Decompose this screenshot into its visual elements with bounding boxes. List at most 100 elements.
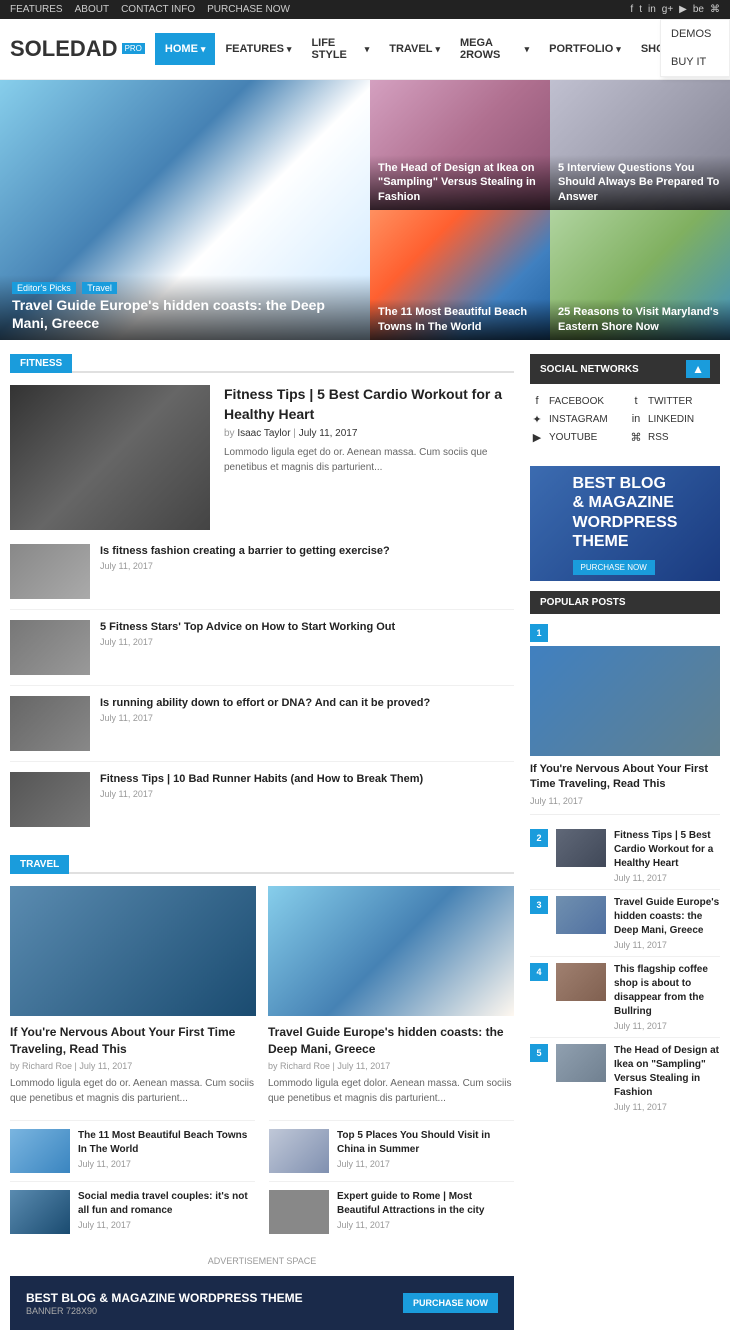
linkedin-social[interactable]: in LINKEDIN [629,412,720,426]
contact-link[interactable]: CONTACT INFO [121,4,195,15]
twitter-social[interactable]: t TWITTER [629,394,720,408]
travel-list-title-2[interactable]: Top 5 Places You Should Visit in China i… [337,1129,514,1157]
nav-travel[interactable]: TRAVEL ▾ [379,33,450,65]
hero-card-1[interactable]: The Head of Design at Ikea on "Sampling"… [370,80,550,210]
sidebar: SOCIAL NETWORKS ▲ f FACEBOOK t TWITTER ✦… [530,354,720,1330]
travel-card-title-1[interactable]: If You're Nervous About Your First Time … [10,1024,256,1058]
travel-card-excerpt-2: Lommodo ligula eget dolor. Aenean massa.… [268,1076,514,1106]
behance-icon-top[interactable]: be [693,4,704,15]
scroll-up-button[interactable]: ▲ [686,360,710,378]
ad-title: BEST BLOG & MAGAZINE WORDPRESS THEME [26,1290,303,1307]
travel-card-excerpt-1: Lommodo ligula eget do or. Aenean massa.… [10,1076,256,1106]
travel-list-title-4[interactable]: Expert guide to Rome | Most Beautiful At… [337,1190,514,1218]
travel-list-thumb-1[interactable] [10,1129,70,1173]
nav-mega[interactable]: MEGA 2ROWS ▾ [450,27,539,71]
travel-card-title-2[interactable]: Travel Guide Europe's hidden coasts: the… [268,1024,514,1058]
popular-featured-img[interactable] [530,646,720,756]
fitness-list-img-3[interactable] [10,696,90,751]
popular-date-2: July 11, 2017 [614,873,720,883]
popular-thumb-3[interactable] [556,896,606,934]
youtube-icon-top[interactable]: ▶ [679,4,687,15]
popular-item-4: 4 This flagship coffee shop is about to … [530,957,720,1038]
nav-features[interactable]: FEATURES ▾ [215,33,301,65]
sidebar-ad-button[interactable]: PURCHASE NOW [573,559,678,573]
popular-title-2[interactable]: Fitness Tips | 5 Best Cardio Workout for… [614,829,720,871]
travel-list-thumb-4[interactable] [269,1190,329,1234]
top-bar: FEATURES ABOUT CONTACT INFO PURCHASE NOW… [0,0,730,19]
travel-card-1: If You're Nervous About Your First Time … [10,886,256,1106]
nav-home[interactable]: HOME ▾ [155,33,216,65]
hero-card-3-title: The 11 Most Beautiful Beach Towns In The… [378,305,542,334]
travel-list-date-4: July 11, 2017 [337,1220,514,1230]
nav-lifestyle[interactable]: LIFE STYLE ▾ [301,27,379,71]
fitness-list-img-1[interactable] [10,544,90,599]
popular-posts-title: POPULAR POSTS [530,591,720,614]
rss-social[interactable]: ⌘ RSS [629,430,720,444]
facebook-icon-top[interactable]: f [630,4,633,15]
travel-card-img-2[interactable] [268,886,514,1016]
facebook-icon: f [530,394,544,408]
purchase-link[interactable]: PURCHASE NOW [207,4,290,15]
main-nav: HOME ▾ FEATURES ▾ LIFE STYLE ▾ TRAVEL ▾ … [155,27,682,71]
instagram-social[interactable]: ✦ INSTAGRAM [530,412,621,426]
features-link[interactable]: FEATURES [10,4,63,15]
main-container: FITNESS Fitness Tips | 5 Best Cardio Wor… [0,340,730,1344]
social-networks-section: SOCIAL NETWORKS ▲ f FACEBOOK t TWITTER ✦… [530,354,720,452]
popular-featured-title[interactable]: If You're Nervous About Your First Time … [530,762,720,793]
popular-title-5[interactable]: The Head of Design at Ikea on "Sampling"… [614,1044,720,1100]
instagram-icon-top[interactable]: in [648,4,656,15]
sidebar-ad[interactable]: BEST BLOG & MAGAZINE WORDPRESS THEME PUR… [530,466,720,581]
travel-list-date-3: July 11, 2017 [78,1220,255,1230]
about-link[interactable]: ABOUT [75,4,109,15]
travel-list-row-2: Social media travel couples: it's not al… [10,1181,514,1242]
demos-link[interactable]: DEMOS [661,20,729,48]
travel-list-thumb-2[interactable] [269,1129,329,1173]
hero-card-3[interactable]: The 11 Most Beautiful Beach Towns In The… [370,210,550,340]
instagram-icon: ✦ [530,412,544,426]
facebook-social[interactable]: f FACEBOOK [530,394,621,408]
travel-list-item-4: Expert guide to Rome | Most Beautiful At… [269,1181,514,1242]
popular-thumb-5[interactable] [556,1044,606,1082]
travel-list-title-1[interactable]: The 11 Most Beautiful Beach Towns In The… [78,1129,255,1157]
travel-list-title-3[interactable]: Social media travel couples: it's not al… [78,1190,255,1218]
google-icon-top[interactable]: g+ [662,4,673,15]
social-grid: f FACEBOOK t TWITTER ✦ INSTAGRAM in LINK… [530,394,720,452]
fitness-list-img-4[interactable] [10,772,90,827]
nav-portfolio[interactable]: PORTFOLIO ▾ [539,33,631,65]
popular-title-3[interactable]: Travel Guide Europe's hidden coasts: the… [614,896,720,938]
youtube-social[interactable]: ▶ YOUTUBE [530,430,621,444]
popular-item-3: 3 Travel Guide Europe's hidden coasts: t… [530,890,720,957]
popular-thumb-4[interactable] [556,963,606,1001]
popular-posts-section: POPULAR POSTS 1 If You're Nervous About … [530,591,720,1118]
popular-num-4: 4 [530,963,548,981]
hero-card-2-title: 5 Interview Questions You Should Always … [558,161,722,204]
ad-purchase-button[interactable]: PURCHASE NOW [403,1293,498,1313]
fitness-list-item-4: Fitness Tips | 10 Bad Runner Habits (and… [10,772,514,837]
travel-list-thumb-3[interactable] [10,1190,70,1234]
buyit-link[interactable]: BUY IT [661,48,729,76]
ad-sub: BANNER 728X90 [26,1306,303,1316]
fitness-list-title-1[interactable]: Is fitness fashion creating a barrier to… [100,544,514,559]
fitness-featured: Fitness Tips | 5 Best Cardio Workout for… [10,385,514,530]
fitness-list-img-2[interactable] [10,620,90,675]
popular-num-3: 3 [530,896,548,914]
hero-card-2[interactable]: 5 Interview Questions You Should Always … [550,80,730,210]
fitness-list-title-4[interactable]: Fitness Tips | 10 Bad Runner Habits (and… [100,772,514,787]
travel-card-img-1[interactable] [10,886,256,1016]
travel-section-header: TRAVEL [10,855,514,874]
popular-thumb-2[interactable] [556,829,606,867]
popular-title-4[interactable]: This flagship coffee shop is about to di… [614,963,720,1019]
fitness-label: FITNESS [10,354,72,373]
fitness-featured-title[interactable]: Fitness Tips | 5 Best Cardio Workout for… [224,385,514,424]
fitness-list-item-1: Is fitness fashion creating a barrier to… [10,544,514,610]
ad-label: ADVERTISEMENT SPACE [10,1256,514,1266]
fitness-list-title-3[interactable]: Is running ability down to effort or DNA… [100,696,514,711]
fitness-featured-image[interactable] [10,385,210,530]
fitness-list-date-2: July 11, 2017 [100,637,514,647]
twitter-icon-top[interactable]: t [639,4,642,15]
rss-icon-top[interactable]: ⌘ [710,4,720,15]
fitness-list-title-2[interactable]: 5 Fitness Stars' Top Advice on How to St… [100,620,514,635]
dropdown-panel: DEMOS BUY IT [660,19,730,77]
hero-main[interactable]: Editor's Picks Travel Travel Guide Europ… [0,80,370,340]
hero-card-4[interactable]: 25 Reasons to Visit Maryland's Eastern S… [550,210,730,340]
